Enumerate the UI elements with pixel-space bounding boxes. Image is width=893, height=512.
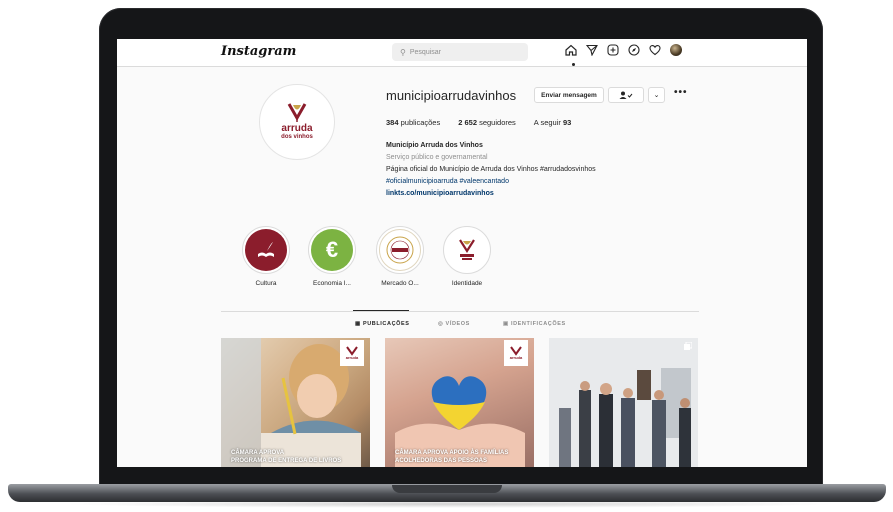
instagram-logo[interactable]: Instagram	[221, 44, 296, 59]
search-placeholder: Pesquisar	[409, 48, 441, 56]
book-feather-icon	[245, 229, 287, 271]
euro-icon: €	[311, 229, 353, 271]
highlight-ring	[376, 226, 424, 274]
highlight-economia[interactable]: € Economia I...	[307, 226, 357, 287]
post-tile[interactable]: arruda CÂMARA APROVA APOIO ÀS FAMÍLIAS AC…	[385, 338, 534, 467]
video-icon: ◎	[438, 321, 444, 327]
profile-full-name: Município Arruda dos Vinhos	[386, 142, 483, 149]
profile-avatar[interactable]: arruda dos vinhos	[259, 84, 335, 160]
send-message-button[interactable]: Enviar mensagem	[534, 87, 604, 103]
tag-icon: ▣	[503, 321, 509, 327]
post-caption: CÂMARA APROVA APOIO ÀS FAMÍLIAS ACOLHEDOR…	[395, 450, 509, 464]
post-logo-badge: arruda	[340, 340, 364, 366]
tab-identificacoes[interactable]: ▣ IDENTIFICAÇÕES	[503, 321, 566, 327]
nav-icons	[565, 44, 682, 56]
chevron-down-icon: ⌄	[653, 92, 660, 99]
post-tile[interactable]: arruda CÂMARA APROVA PROGRAMA DE ENTREGA …	[221, 338, 370, 467]
market-seal-icon	[379, 229, 421, 271]
top-nav-bar: Instagram ⚲ Pesquisar	[117, 39, 807, 67]
bio-text-line1: Página oficial do Município de Arruda do…	[386, 166, 596, 173]
highlight-label: Mercado O...	[381, 280, 419, 287]
highlight-ring	[443, 226, 491, 274]
tab-videos[interactable]: ◎ VÍDEOS	[438, 321, 470, 327]
profile-stats: 384 publicações 2 652 seguidores A segui…	[386, 118, 571, 127]
highlight-cultura[interactable]: Cultura	[241, 226, 291, 287]
highlight-identidade[interactable]: Identidade	[442, 226, 492, 287]
suggestions-toggle-button[interactable]: ⌄	[648, 87, 665, 103]
bio-hashtags[interactable]: #oficialmunicipioarruda #valeencantado	[386, 176, 686, 188]
wine-glass-logo-icon	[287, 103, 307, 122]
following-button[interactable]	[608, 87, 644, 103]
tab-publicacoes[interactable]: ▦ PUBLICAÇÕES	[355, 321, 410, 327]
tab-label: IDENTIFICAÇÕES	[510, 321, 566, 327]
post-photo-ceremony	[549, 338, 698, 467]
highlight-ring: €	[308, 226, 356, 274]
laptop-screen: Instagram ⚲ Pesquisar arruda dos vinhos m…	[117, 39, 807, 467]
search-icon: ⚲	[400, 47, 406, 57]
highlight-label: Cultura	[255, 280, 277, 287]
profile-category: Serviço público e governamental	[386, 154, 488, 161]
highlight-label: Identidade	[451, 280, 483, 287]
direct-icon[interactable]	[586, 44, 598, 56]
profile-avatar-icon[interactable]	[670, 44, 682, 56]
highlight-label: Economia I...	[313, 280, 351, 287]
bio-link[interactable]: linkts.co/municipioarrudavinhos	[386, 188, 686, 200]
heart-icon[interactable]	[649, 44, 661, 56]
tab-label: PUBLICAÇÕES	[362, 321, 410, 327]
carousel-icon	[684, 342, 692, 350]
following-stat[interactable]: A seguir 93	[534, 118, 572, 127]
profile-username: municipioarrudavinhos	[386, 88, 517, 103]
post-tile[interactable]	[549, 338, 698, 467]
followers-stat[interactable]: 2 652 seguidores	[458, 118, 516, 127]
laptop-notch	[392, 485, 502, 493]
post-caption: CÂMARA APROVA PROGRAMA DE ENTREGA DE LIVR…	[231, 450, 342, 464]
avatar-brand: arruda dos vinhos	[281, 123, 313, 141]
profile-bio: Município Arruda dos Vinhos Serviço públ…	[386, 140, 686, 200]
tab-label: VÍDEOS	[445, 321, 470, 327]
more-options-icon[interactable]: •••	[674, 87, 688, 98]
home-indicator-dot	[572, 63, 575, 66]
new-post-icon[interactable]	[607, 44, 619, 56]
search-input[interactable]: ⚲ Pesquisar	[392, 43, 528, 61]
arruda-logo-icon	[446, 229, 488, 271]
home-icon[interactable]	[565, 44, 577, 56]
explore-icon[interactable]	[628, 44, 640, 56]
highlight-ring	[242, 226, 290, 274]
posts-stat[interactable]: 384 publicações	[386, 118, 440, 127]
user-check-icon	[619, 91, 633, 99]
post-logo-badge: arruda	[504, 340, 528, 366]
grid-icon: ▦	[355, 321, 361, 327]
active-tab-indicator	[353, 310, 409, 311]
highlight-mercado[interactable]: Mercado O...	[375, 226, 425, 287]
tabs-divider	[221, 311, 699, 312]
